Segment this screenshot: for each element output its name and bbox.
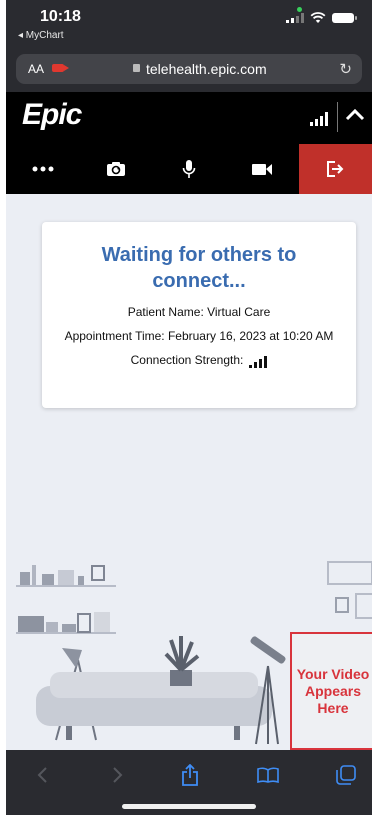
lock-icon [133, 64, 140, 72]
browser-address-bar: AA telehealth.epic.com ↻ [6, 52, 372, 92]
leave-call-button[interactable] [298, 144, 372, 194]
connection-strength-label: Connection Strength: [130, 353, 244, 367]
tabs-button[interactable] [334, 764, 358, 786]
self-video-label: Your Video Appears Here [296, 665, 370, 716]
video-camera-icon [252, 164, 273, 175]
browser-toolbar [6, 750, 372, 815]
exit-icon [327, 161, 344, 177]
phone-screen: 10:18 ◂ MyChart AA telehealth.epic.com ↻… [6, 0, 372, 815]
appointment-time: Appointment Time: February 16, 2023 at 1… [64, 329, 334, 343]
ellipsis-icon [32, 166, 54, 172]
clock: 10:18 [40, 8, 81, 25]
camera-recording-icon[interactable] [52, 64, 69, 72]
battery-icon [332, 13, 357, 23]
self-video-placeholder: Your Video Appears Here [290, 632, 372, 750]
forward-button[interactable] [106, 764, 130, 786]
header-divider [337, 102, 338, 132]
cellular-signal-icon [286, 13, 304, 23]
connection-strength: Connection Strength: [42, 352, 356, 368]
patient-name: Patient Name: Virtual Care [127, 305, 271, 319]
waiting-title: Waiting for others to connect... [101, 244, 297, 292]
share-icon [182, 764, 198, 786]
url-field[interactable]: AA telehealth.epic.com ↻ [16, 54, 362, 84]
reload-icon[interactable]: ↻ [339, 60, 352, 78]
status-bar: 10:18 ◂ MyChart [6, 0, 372, 52]
back-button[interactable] [30, 764, 54, 786]
epic-logo: Epic [22, 98, 82, 131]
home-indicator[interactable] [122, 804, 256, 809]
microphone-icon [182, 160, 196, 178]
back-to-app-link[interactable]: ◂ MyChart [18, 30, 64, 41]
tabs-icon [336, 765, 356, 785]
switch-camera-button[interactable] [79, 144, 152, 194]
book-icon [257, 767, 279, 783]
more-options-button[interactable] [6, 144, 79, 194]
url-text[interactable]: telehealth.epic.com [146, 61, 267, 77]
bookmarks-button[interactable] [256, 764, 280, 786]
wifi-icon [310, 12, 326, 23]
chevron-right-icon [113, 767, 123, 783]
waiting-card: Waiting for others to connect... Patient… [42, 222, 356, 408]
share-button[interactable] [178, 764, 202, 786]
chevron-up-icon[interactable] [344, 104, 366, 126]
connection-signal-icon[interactable] [310, 112, 328, 126]
video-button[interactable] [226, 144, 299, 194]
app-header: Epic [6, 92, 372, 144]
chevron-left-icon [37, 767, 47, 783]
camera-switch-icon [106, 162, 125, 176]
text-size-button[interactable]: AA [28, 62, 44, 76]
call-toolbar [6, 144, 372, 194]
microphone-button[interactable] [152, 144, 225, 194]
status-icons [286, 12, 357, 24]
signal-strength-icon [249, 356, 268, 368]
